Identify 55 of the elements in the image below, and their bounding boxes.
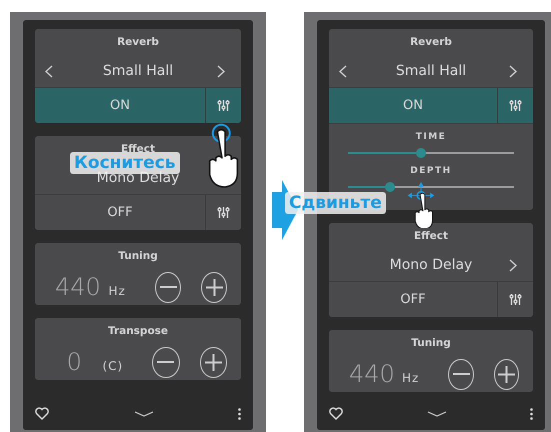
sliders-icon — [509, 293, 522, 306]
minus-button[interactable] — [152, 346, 180, 378]
plus-icon — [204, 354, 222, 370]
settings-button[interactable] — [497, 88, 533, 123]
card-title: Tuning — [410, 336, 452, 351]
card-title: Transpose — [106, 324, 170, 339]
minus-button[interactable] — [155, 272, 182, 302]
stepper-value: 0 — [66, 348, 83, 376]
minus-icon — [157, 361, 174, 363]
sliders-icon — [509, 99, 522, 112]
unit-label: (C) — [101, 359, 124, 373]
plus-button[interactable] — [201, 272, 227, 302]
minus-icon — [452, 373, 470, 375]
chevron-down-icon[interactable] — [134, 410, 154, 416]
stepper-value: 440 — [349, 360, 393, 388]
effect-value: Small Hall — [102, 63, 174, 79]
gesture-caption: Коснитесь — [70, 152, 180, 174]
effect-value: Small Hall — [396, 63, 466, 79]
gesture-caption: Сдвиньте — [285, 192, 386, 214]
settings-button[interactable] — [205, 195, 241, 230]
parameter-label: TIME — [416, 132, 446, 142]
plus-icon — [498, 366, 515, 382]
sliders-icon — [217, 206, 230, 219]
settings-button[interactable] — [205, 88, 241, 123]
chevron-right-icon[interactable] — [217, 64, 225, 78]
plus-button[interactable] — [200, 346, 227, 378]
chevron-down-icon[interactable] — [426, 410, 446, 416]
heart-icon[interactable] — [329, 407, 343, 420]
minus-button[interactable] — [448, 358, 474, 390]
parameter-label: DEPTH — [410, 166, 452, 176]
toggle-button[interactable]: ON — [35, 88, 205, 123]
minus-icon — [160, 286, 177, 288]
card-title: Reverb — [116, 35, 160, 50]
settings-button[interactable] — [497, 282, 533, 317]
card-title: Effect — [412, 229, 450, 244]
heart-icon[interactable] — [35, 407, 49, 420]
card-title: Reverb — [409, 35, 453, 50]
slider-thumb[interactable] — [416, 148, 426, 158]
more-icon[interactable] — [238, 408, 241, 420]
chevron-left-icon[interactable] — [339, 64, 347, 78]
sliders-icon — [217, 99, 230, 112]
plus-icon — [206, 278, 223, 296]
unit-label: Hz — [401, 371, 420, 385]
unit-label: Hz — [107, 284, 127, 298]
stepper-value: 440 — [55, 273, 99, 301]
chevron-right-icon[interactable] — [509, 258, 517, 272]
plus-button[interactable] — [494, 358, 519, 390]
card-title: Tuning — [117, 249, 159, 264]
more-icon[interactable] — [530, 408, 533, 420]
drag-gesture-drawing — [406, 182, 436, 228]
effect-value: Mono Delay — [390, 257, 472, 273]
chevron-left-icon[interactable] — [45, 64, 53, 78]
toggle-button[interactable]: ON — [329, 88, 497, 123]
slider-thumb[interactable] — [384, 182, 394, 192]
chevron-right-icon[interactable] — [509, 64, 517, 78]
